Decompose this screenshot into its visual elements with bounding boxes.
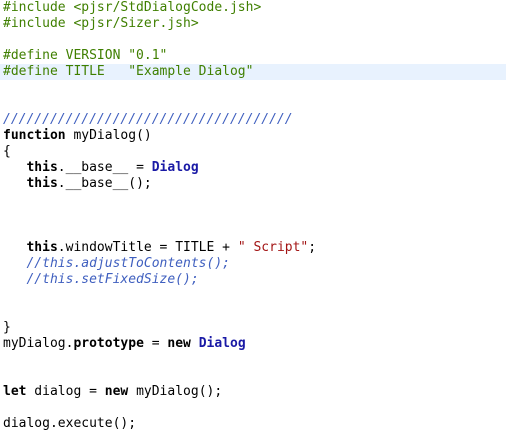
code-token: function: [3, 128, 66, 143]
code-line[interactable]: [0, 352, 506, 368]
code-token: this: [26, 160, 58, 175]
code-line[interactable]: [0, 224, 506, 240]
code-token: Dialog: [151, 160, 199, 175]
code-token: let: [3, 384, 27, 399]
code-token: prototype: [73, 336, 144, 351]
code-token: " Script": [237, 240, 309, 255]
code-line[interactable]: dialog.execute();: [0, 416, 506, 432]
code-line[interactable]: {: [0, 144, 506, 160]
code-token: .__base__();: [57, 176, 152, 191]
code-token: dialog.execute();: [3, 416, 137, 431]
code-token: .__base__ =: [57, 160, 152, 175]
code-token: }: [3, 320, 11, 335]
code-token: myDialog(): [65, 128, 152, 143]
code-line[interactable]: function myDialog(): [0, 128, 506, 144]
code-token: //this.adjustToContents();: [3, 256, 230, 271]
code-token: #include <pjsr/Sizer.jsh>: [3, 16, 199, 31]
code-token: #define VERSION "0.1": [3, 48, 168, 63]
code-line[interactable]: myDialog.prototype = new Dialog: [0, 336, 506, 352]
code-line[interactable]: [0, 208, 506, 224]
code-token: this: [26, 176, 58, 191]
code-line[interactable]: #include <pjsr/Sizer.jsh>: [0, 16, 506, 32]
code-line[interactable]: this.windowTitle = TITLE + " Script";: [0, 240, 506, 256]
code-line[interactable]: [0, 80, 506, 96]
code-token: .windowTitle = TITLE +: [57, 240, 238, 255]
code-token: /////////////////////////////////////: [3, 112, 293, 127]
code-line[interactable]: }: [0, 320, 506, 336]
code-line[interactable]: /////////////////////////////////////: [0, 112, 506, 128]
code-line-current[interactable]: #define TITLE "Example Dialog": [0, 64, 506, 80]
code-line[interactable]: #define VERSION "0.1": [0, 48, 506, 64]
code-line[interactable]: [0, 304, 506, 320]
code-token: myDialog.: [3, 336, 74, 351]
code-line[interactable]: [0, 400, 506, 416]
code-token: Dialog: [198, 336, 246, 351]
code-token: dialog =: [26, 384, 105, 399]
code-editor[interactable]: #include <pjsr/StdDialogCode.jsh> #includ…: [0, 0, 506, 434]
code-token: #define TITLE "Example Dialog": [3, 64, 254, 79]
code-line[interactable]: this.__base__ = Dialog: [0, 160, 506, 176]
code-token: =: [143, 336, 168, 351]
code-line[interactable]: this.__base__();: [0, 176, 506, 192]
code-line[interactable]: let dialog = new myDialog();: [0, 384, 506, 400]
code-token: {: [3, 144, 11, 159]
code-token: new: [167, 336, 191, 351]
code-token: #include <pjsr/StdDialogCode.jsh>: [3, 0, 262, 15]
code-token: this: [26, 240, 58, 255]
code-line[interactable]: //this.adjustToContents();: [0, 256, 506, 272]
code-line[interactable]: //this.setFixedSize();: [0, 272, 506, 288]
code-token: myDialog();: [128, 384, 223, 399]
code-line[interactable]: [0, 32, 506, 48]
code-line[interactable]: [0, 368, 506, 384]
code-line[interactable]: #include <pjsr/StdDialogCode.jsh>: [0, 0, 506, 16]
code-line[interactable]: [0, 96, 506, 112]
code-line[interactable]: [0, 288, 506, 304]
code-token: new: [104, 384, 129, 399]
code-token: ;: [308, 240, 317, 255]
code-line[interactable]: [0, 192, 506, 208]
code-token: //this.setFixedSize();: [3, 272, 199, 287]
